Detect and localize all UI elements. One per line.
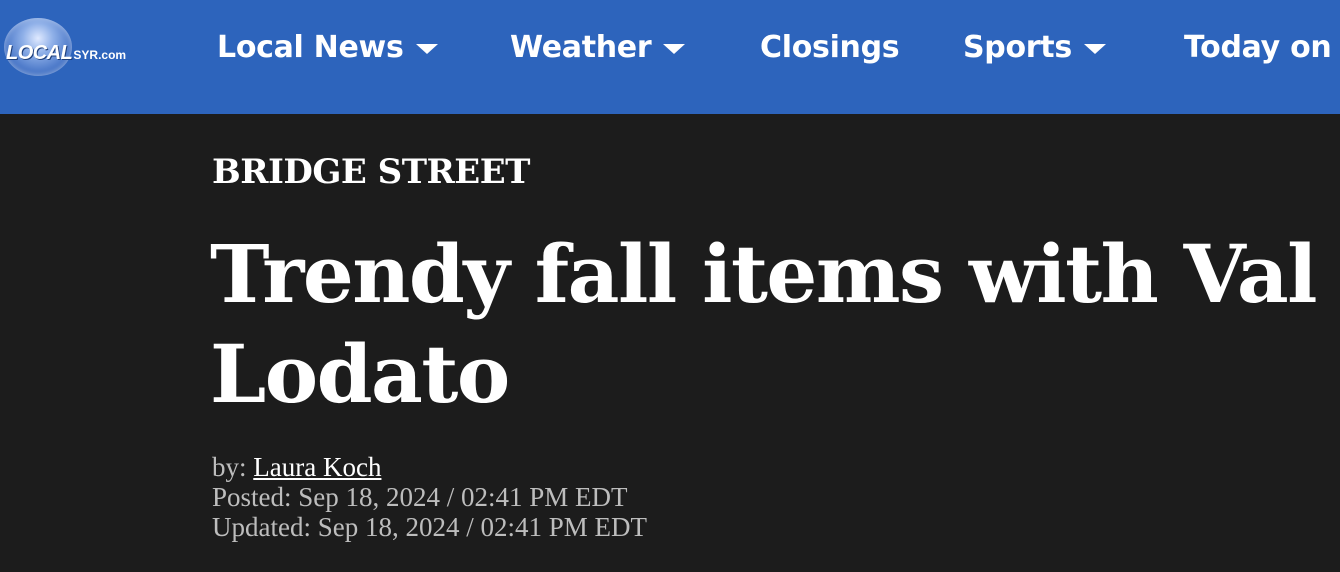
nav-item-closings[interactable]: Closings	[760, 26, 900, 68]
nav-item-label: Weather	[510, 29, 652, 65]
top-navigation-bar: LOCALSYR.com Local News Weather Closings…	[0, 0, 1340, 114]
posted-date: Posted: Sep 18, 2024 / 02:41 PM EDT	[212, 482, 628, 512]
logo-suffix-text: SYR.com	[73, 48, 127, 62]
nav-item-label: Closings	[760, 29, 900, 65]
nav-item-label: Sports	[963, 29, 1072, 65]
updated-date: Updated: Sep 18, 2024 / 02:41 PM EDT	[212, 512, 647, 542]
chevron-down-icon	[415, 44, 438, 54]
nav-item-label: Today on CNY	[1184, 29, 1340, 65]
article-title: Trendy fall items with Val Lodato	[210, 227, 1318, 421]
byline-prefix: by:	[212, 452, 247, 482]
logo-main-text: LOCAL	[6, 42, 73, 64]
chevron-down-icon	[663, 44, 686, 54]
byline: by: Laura Koch	[212, 452, 647, 482]
article-category[interactable]: BRIDGE STREET	[212, 152, 530, 192]
nav-item-local-news[interactable]: Local News	[217, 26, 438, 68]
nav-item-weather[interactable]: Weather	[510, 26, 686, 68]
logo-text: LOCALSYR.com	[6, 42, 126, 65]
nav-item-sports[interactable]: Sports	[963, 26, 1106, 68]
chevron-down-icon	[1083, 44, 1106, 54]
nav-item-today-on-cny[interactable]: Today on CNY	[1184, 26, 1340, 68]
nav-item-label: Local News	[217, 29, 404, 65]
site-logo[interactable]: LOCALSYR.com	[2, 16, 137, 80]
author-link[interactable]: Laura Koch	[253, 452, 381, 482]
article-meta: by: Laura Koch Posted: Sep 18, 2024 / 02…	[212, 452, 647, 542]
